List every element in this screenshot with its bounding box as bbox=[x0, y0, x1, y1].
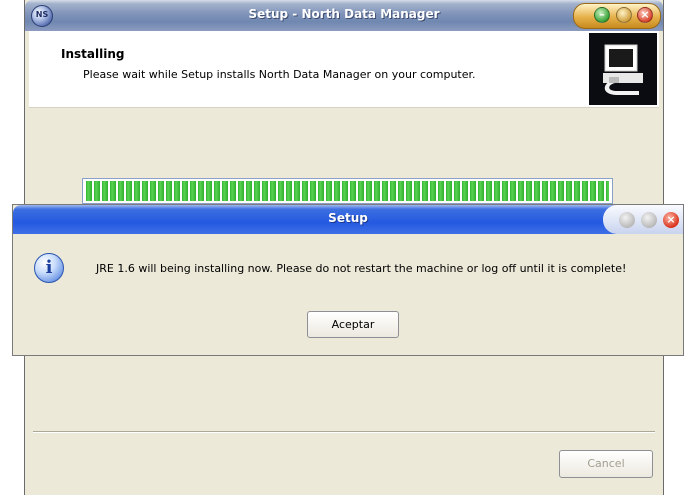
dialog-titlebar[interactable]: Setup × bbox=[13, 205, 683, 234]
close-icon[interactable]: × bbox=[637, 7, 653, 23]
wizard-header: Installing Please wait while Setup insta… bbox=[29, 31, 659, 108]
ok-button[interactable]: Aceptar bbox=[307, 311, 399, 338]
dialog-message: JRE 1.6 will being installing now. Pleas… bbox=[96, 262, 627, 275]
page-title: Installing bbox=[61, 47, 125, 61]
installer-titlebar[interactable]: NS Setup - North Data Manager – × bbox=[25, 0, 663, 31]
window-title: Setup - North Data Manager bbox=[248, 7, 440, 21]
dialog-window-controls: × bbox=[603, 205, 683, 234]
minimize-icon bbox=[619, 212, 635, 228]
info-icon: i bbox=[34, 253, 64, 283]
computer-install-icon bbox=[589, 33, 657, 105]
close-icon[interactable]: × bbox=[663, 212, 679, 228]
setup-message-dialog: Setup × i JRE 1.6 will being installing … bbox=[12, 204, 684, 356]
minimize-icon[interactable]: – bbox=[594, 7, 610, 23]
window-controls: – × bbox=[573, 3, 661, 29]
progress-fill bbox=[86, 181, 609, 201]
page-subtitle: Please wait while Setup installs North D… bbox=[83, 68, 476, 81]
dialog-title: Setup bbox=[328, 211, 368, 225]
install-progress-bar bbox=[82, 178, 613, 204]
maximize-icon[interactable] bbox=[616, 7, 632, 23]
cancel-button[interactable]: Cancel bbox=[559, 450, 653, 478]
footer-divider bbox=[33, 431, 655, 433]
maximize-icon bbox=[641, 212, 657, 228]
